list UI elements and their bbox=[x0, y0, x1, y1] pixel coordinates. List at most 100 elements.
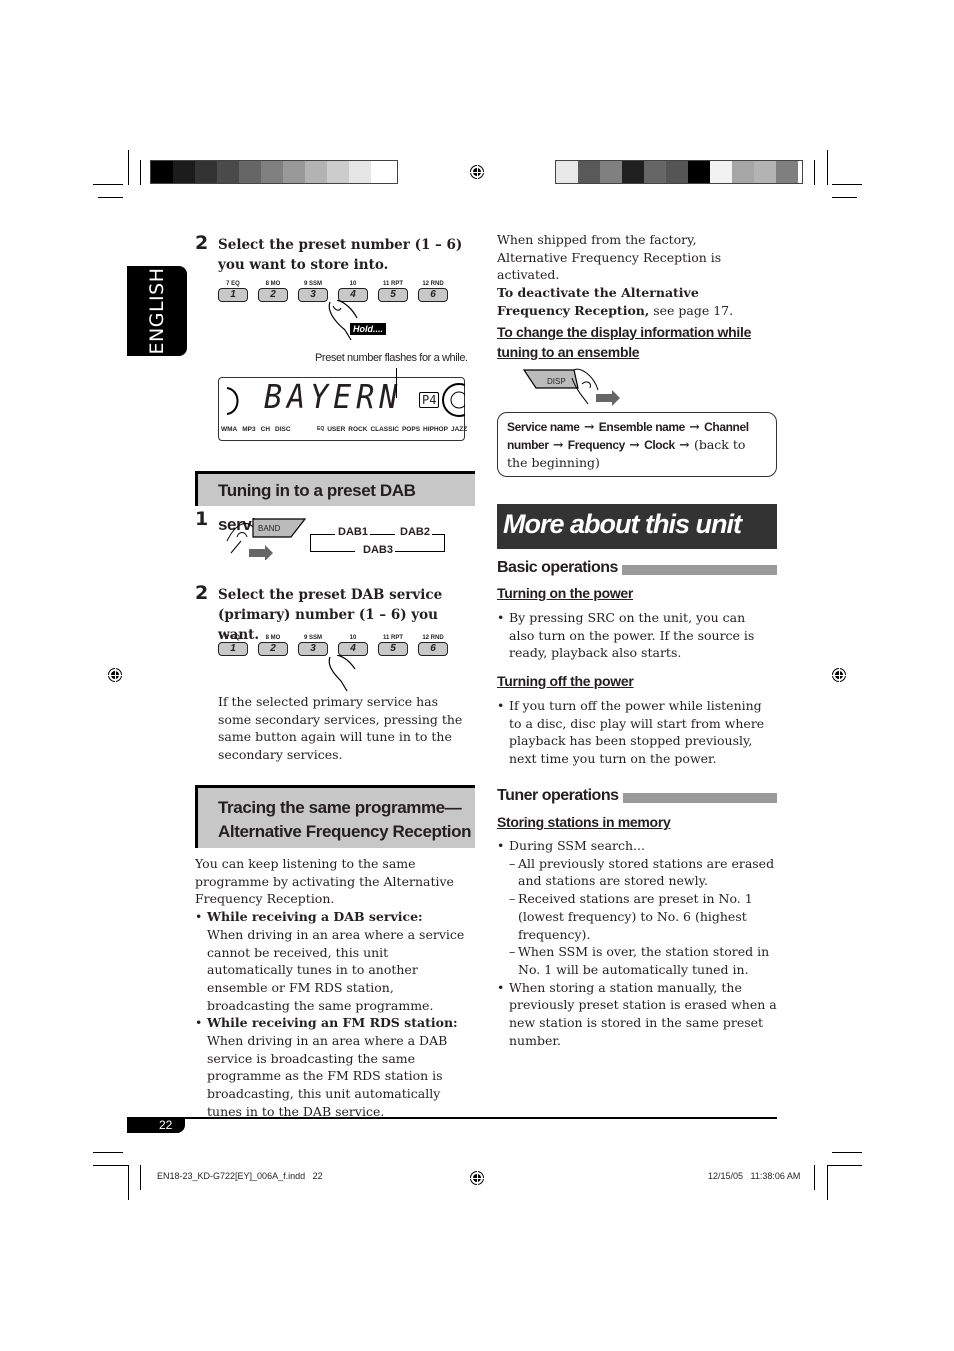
preset-button-4[interactable]: 10 4 bbox=[338, 280, 368, 302]
secondary-service-note: If the selected primary service has some… bbox=[218, 694, 463, 763]
preset-key-label: 1 bbox=[218, 288, 248, 302]
crop-mark bbox=[832, 184, 862, 185]
preset-secondary-label: 12 RND bbox=[422, 635, 444, 641]
preset-secondary-label: 9 SSM bbox=[303, 635, 322, 641]
disc-graphic-icon bbox=[442, 383, 465, 417]
color-swatch bbox=[305, 161, 327, 183]
language-label: ENGLISH bbox=[146, 267, 168, 355]
lcd-display: BAYERN P4 WMA MP3 CH DISC EQ USER ROCK CLASSIC… bbox=[218, 377, 468, 441]
sequence-item: Ensemble name bbox=[598, 420, 686, 434]
power-on-heading: Turning on the power bbox=[497, 585, 634, 601]
crop-mark bbox=[93, 184, 123, 185]
step-instruction: Select the preset number (1 – 6) you wan… bbox=[218, 237, 463, 273]
preset-button-1[interactable]: 7 EQ 1 bbox=[218, 634, 248, 656]
disp-button-label: DISP bbox=[547, 377, 566, 386]
page-number: 22 bbox=[159, 1118, 173, 1132]
preset-button-3[interactable]: 9 SSM 3 bbox=[298, 634, 328, 656]
list-item: While receiving an FM RDS station: When d… bbox=[195, 1014, 475, 1120]
preset-secondary-label: 7 EQ bbox=[226, 281, 240, 287]
preset-button-3[interactable]: 9 SSM 3 bbox=[298, 280, 328, 302]
preset-key-label: 6 bbox=[418, 642, 448, 656]
arrow-right-icon: → bbox=[684, 419, 705, 434]
preset-button-1[interactable]: 7 EQ 1 bbox=[218, 280, 248, 302]
preset-button-5[interactable]: 11 RPT 5 bbox=[378, 280, 408, 302]
lcd-indicator: WMA bbox=[221, 426, 238, 433]
ssm-sub-item: When SSM is over, the station stored in … bbox=[509, 943, 777, 978]
af-bullet-list: While receiving a DAB service: When drivi… bbox=[195, 908, 475, 1120]
band-button-label: BAND bbox=[258, 524, 281, 533]
crop-mark bbox=[98, 197, 123, 198]
arrow-right-icon: → bbox=[548, 437, 568, 452]
preset-button-6[interactable]: 12 RND 6 bbox=[418, 634, 448, 656]
color-swatch bbox=[578, 161, 600, 183]
power-on-list: By pressing SRC on the unit, you can als… bbox=[497, 609, 772, 662]
ssm-intro: During SSM search... bbox=[509, 838, 645, 853]
slug-file-name: EN18-23_KD-G722[EY]_006A_f.indd 22 bbox=[157, 1171, 323, 1181]
preset-secondary-label: 10 bbox=[349, 635, 357, 641]
dab-band-label: DAB1 bbox=[338, 526, 368, 538]
sequence-item: Clock bbox=[644, 438, 675, 452]
leader-line bbox=[396, 368, 397, 398]
af-intro-text: You can keep listening to the same progr… bbox=[195, 856, 454, 907]
preset-button-2[interactable]: 8 MO 2 bbox=[258, 280, 288, 302]
disc-crescent-icon bbox=[226, 387, 239, 415]
preset-button-6[interactable]: 12 RND 6 bbox=[418, 280, 448, 302]
preset-secondary-label: 11 RPT bbox=[382, 635, 403, 641]
arrow-right-icon: → bbox=[579, 419, 599, 434]
preset-key-label: 2 bbox=[258, 642, 288, 656]
sequence-item: Service name bbox=[507, 420, 580, 434]
color-swatch bbox=[732, 161, 754, 183]
registration-mark-icon bbox=[106, 666, 124, 684]
footer-rule bbox=[127, 1117, 777, 1119]
crop-mark bbox=[93, 1152, 123, 1153]
preset-buttons: 7 EQ 1 8 MO 2 9 SSM 3 10 4 11 RPT 5 12 RND 6 bbox=[218, 634, 448, 656]
color-swatch bbox=[217, 161, 239, 183]
color-swatch bbox=[666, 161, 688, 183]
crop-mark bbox=[140, 1165, 141, 1190]
color-swatch bbox=[261, 161, 283, 183]
basic-operations-heading: Basic operations bbox=[497, 559, 777, 577]
preset-button-4[interactable]: 10 4 bbox=[338, 634, 368, 656]
bullet-heading: While receiving a DAB service: bbox=[207, 909, 423, 925]
eq-mode: HIPHOP bbox=[423, 426, 448, 433]
preset-secondary-label: 11 RPT bbox=[382, 281, 403, 287]
list-item: While receiving a DAB service:When drivi… bbox=[195, 908, 475, 1014]
color-swatch bbox=[239, 161, 261, 183]
color-swatch bbox=[283, 161, 305, 183]
heading-text: Tuner operations bbox=[497, 787, 619, 804]
storing-stations-heading: Storing stations in memory bbox=[497, 814, 671, 830]
eq-mode: JAZZ bbox=[450, 426, 468, 433]
preset-secondary-label: 8 MO bbox=[265, 635, 281, 641]
preset-key-label: 5 bbox=[378, 642, 408, 656]
preset-button-2[interactable]: 8 MO 2 bbox=[258, 634, 288, 656]
eq-label: EQ bbox=[317, 426, 325, 432]
color-swatch bbox=[644, 161, 666, 183]
list-item: If you turn off the power while listenin… bbox=[497, 697, 772, 768]
lcd-indicator: CH bbox=[260, 426, 271, 433]
registration-mark-icon bbox=[830, 666, 848, 684]
lcd-indicator: MP3 bbox=[242, 426, 256, 433]
ssm-sub-item: Received stations are preset in No. 1 (l… bbox=[509, 890, 777, 943]
section-title-line: Tracing the same programme— bbox=[218, 798, 462, 817]
dab-band-label: DAB3 bbox=[363, 544, 393, 556]
lcd-indicator: DISC bbox=[275, 426, 291, 433]
list-item: During SSM search... All previously stor… bbox=[497, 837, 777, 979]
preset-key-label: 3 bbox=[298, 288, 328, 302]
section-heading: Tracing the same programme— Alternative … bbox=[195, 785, 475, 848]
flash-caption: Preset number flashes for a while. bbox=[315, 352, 468, 364]
power-off-list: If you turn off the power while listenin… bbox=[497, 697, 772, 768]
crop-mark bbox=[814, 160, 815, 185]
color-swatch bbox=[622, 161, 644, 183]
arrow-right-icon: → bbox=[624, 437, 645, 452]
preset-button-5[interactable]: 11 RPT 5 bbox=[378, 634, 408, 656]
factory-note-text: When shipped from the factory, Alternati… bbox=[497, 232, 722, 283]
factory-note: When shipped from the factory, Alternati… bbox=[497, 231, 767, 320]
bullet-text: When driving in an area where a DAB serv… bbox=[207, 1033, 448, 1119]
crop-mark bbox=[827, 150, 828, 185]
dab-band-label: DAB2 bbox=[400, 526, 430, 538]
preset-buttons: 7 EQ 1 8 MO 2 9 SSM 3 10 4 11 RPT 5 12 RND 6 bbox=[218, 280, 448, 302]
preset-secondary-label: 9 SSM bbox=[303, 281, 322, 287]
crop-mark bbox=[140, 160, 141, 185]
crop-mark bbox=[93, 1165, 128, 1166]
preset-key-label: 2 bbox=[258, 288, 288, 302]
